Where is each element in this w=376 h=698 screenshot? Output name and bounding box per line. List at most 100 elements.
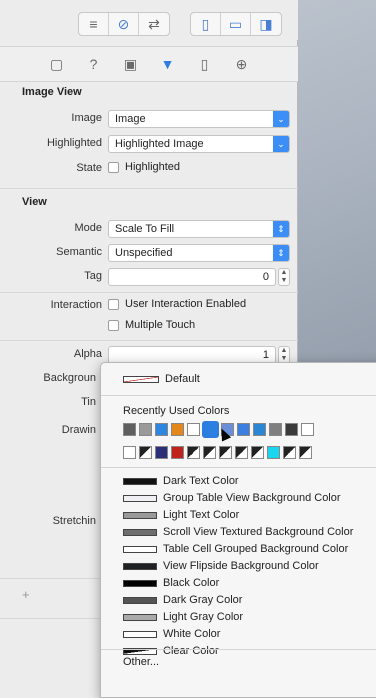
menu-separator bbox=[101, 649, 376, 650]
menu-item-named-color[interactable]: Scroll View Textured Background Color bbox=[123, 526, 353, 538]
menu-item-named-color[interactable]: Group Table View Background Color bbox=[123, 492, 341, 504]
attributes-icon[interactable]: ▼ bbox=[157, 53, 179, 75]
menu-item-named-color[interactable]: Light Text Color bbox=[123, 509, 239, 521]
menu-item-default[interactable]: Default bbox=[123, 373, 200, 385]
mode-value: Scale To Fill bbox=[115, 223, 175, 235]
recent-color-swatch[interactable] bbox=[267, 446, 280, 459]
chevron-updown-icon: ⇕ bbox=[273, 221, 289, 237]
menu-item-named-color[interactable]: Black Color bbox=[123, 577, 219, 589]
color-swatch bbox=[123, 579, 157, 587]
recent-color-swatch[interactable] bbox=[283, 446, 296, 459]
interaction-label: Interaction bbox=[50, 299, 102, 311]
tint-label: Tin bbox=[81, 396, 96, 408]
checkbox-label: Multiple Touch bbox=[125, 319, 196, 331]
highlighted-image-placeholder: Highlighted Image bbox=[115, 138, 204, 150]
semantic-label: Semantic bbox=[56, 246, 102, 258]
menu-item-label: View Flipside Background Color bbox=[163, 560, 319, 572]
image-view-header: Image View bbox=[22, 86, 82, 98]
recent-color-swatch[interactable] bbox=[139, 423, 152, 436]
recent-color-swatch[interactable] bbox=[123, 423, 136, 436]
file-icon[interactable]: ▢ bbox=[46, 53, 68, 75]
image-placeholder: Image bbox=[115, 113, 146, 125]
menu-item-label: Other... bbox=[123, 656, 160, 668]
alpha-value: 1 bbox=[262, 349, 269, 361]
recent-color-swatch[interactable] bbox=[155, 423, 168, 436]
default-swatch bbox=[123, 375, 159, 383]
mode-label: Mode bbox=[74, 222, 102, 234]
recent-color-swatch[interactable] bbox=[251, 446, 264, 459]
menu-item-label: Default bbox=[165, 373, 200, 385]
menu-item-label: Dark Text Color bbox=[163, 475, 239, 487]
section-divider bbox=[0, 340, 298, 341]
recent-color-swatch[interactable] bbox=[219, 446, 232, 459]
menu-item-named-color[interactable]: View Flipside Background Color bbox=[123, 560, 319, 572]
menu-item-named-color[interactable]: Table Cell Grouped Background Color bbox=[123, 543, 348, 555]
highlighted-image-popup[interactable]: Highlighted Image ⌄ bbox=[108, 135, 290, 153]
recent-color-swatch[interactable] bbox=[139, 446, 152, 459]
help-icon[interactable]: ? bbox=[83, 53, 105, 75]
recent-colors-title: Recently Used Colors bbox=[123, 405, 230, 417]
recent-color-swatch[interactable] bbox=[235, 446, 248, 459]
navigator-panel-icon[interactable]: ▯ bbox=[191, 13, 221, 35]
drawing-label: Drawin bbox=[61, 424, 96, 436]
align-left-icon[interactable]: ≡ bbox=[79, 13, 109, 35]
color-swatch bbox=[123, 511, 157, 519]
multiple-touch-checkbox[interactable]: Multiple Touch bbox=[108, 319, 195, 331]
utility-panel-icon[interactable]: ◨ bbox=[251, 13, 281, 35]
checkbox[interactable] bbox=[108, 161, 119, 173]
menu-item-label: Light Text Color bbox=[163, 509, 240, 521]
highlighted-label: Highlighted bbox=[46, 137, 102, 149]
chevron-down-icon: ⌄ bbox=[273, 111, 289, 127]
recent-color-swatch[interactable] bbox=[299, 446, 312, 459]
tag-value: 0 bbox=[262, 271, 269, 283]
recent-color-swatch[interactable] bbox=[123, 446, 136, 459]
alpha-label: Alpha bbox=[73, 348, 102, 360]
recent-color-swatch[interactable] bbox=[171, 423, 184, 436]
mode-popup[interactable]: Scale To Fill ⇕ bbox=[108, 220, 290, 238]
menu-item-label: White Color bbox=[163, 628, 221, 640]
recent-color-swatch[interactable] bbox=[203, 446, 216, 459]
identity-icon[interactable]: ▣ bbox=[120, 53, 142, 75]
tag-stepper[interactable]: ▲ ▼ bbox=[278, 268, 290, 286]
menu-item-named-color[interactable]: Light Gray Color bbox=[123, 611, 243, 623]
menu-separator bbox=[101, 467, 376, 468]
checkbox[interactable] bbox=[108, 298, 119, 310]
recent-color-swatch[interactable] bbox=[285, 423, 298, 436]
link-icon[interactable]: ⊘ bbox=[109, 13, 139, 35]
recent-color-swatch[interactable] bbox=[253, 423, 266, 436]
color-swatch bbox=[123, 528, 157, 536]
recent-color-swatch[interactable] bbox=[237, 423, 250, 436]
menu-item-label: Light Gray Color bbox=[163, 611, 244, 623]
menu-item-label: Scroll View Textured Background Color bbox=[163, 526, 354, 538]
state-highlighted-checkbox[interactable]: Highlighted bbox=[108, 161, 180, 173]
recent-color-swatch[interactable] bbox=[269, 423, 282, 436]
image-popup[interactable]: Image ⌄ bbox=[108, 110, 290, 128]
menu-item-other[interactable]: Other... bbox=[123, 656, 159, 668]
section-divider bbox=[0, 292, 298, 293]
color-swatch bbox=[123, 596, 157, 604]
tag-field[interactable]: 0 bbox=[108, 268, 276, 286]
window-toolbar: ≡ ⊘ ⇄ ▯ ▭ ◨ bbox=[0, 0, 298, 40]
menu-item-named-color[interactable]: White Color bbox=[123, 628, 220, 640]
back-forward-icon[interactable]: ⇄ bbox=[139, 13, 169, 35]
panel-toolbar-group: ▯ ▭ ◨ bbox=[190, 12, 282, 36]
recent-color-swatch[interactable] bbox=[155, 446, 168, 459]
menu-item-named-color[interactable]: Dark Text Color bbox=[123, 475, 239, 487]
recent-color-swatch[interactable] bbox=[187, 446, 200, 459]
user-interaction-checkbox[interactable]: User Interaction Enabled bbox=[108, 298, 246, 310]
color-swatch bbox=[123, 545, 157, 553]
image-label: Image bbox=[71, 112, 102, 124]
connections-icon[interactable]: ⊕ bbox=[231, 53, 253, 75]
recent-colors-row-2 bbox=[123, 446, 312, 459]
size-icon[interactable]: ▯ bbox=[194, 53, 216, 75]
recent-color-swatch[interactable] bbox=[171, 446, 184, 459]
menu-separator bbox=[101, 395, 376, 396]
recent-color-swatch[interactable] bbox=[187, 423, 200, 436]
add-icon[interactable]: + bbox=[22, 587, 30, 602]
debug-panel-icon[interactable]: ▭ bbox=[221, 13, 251, 35]
recent-color-swatch[interactable] bbox=[301, 423, 314, 436]
menu-item-named-color[interactable]: Dark Gray Color bbox=[123, 594, 242, 606]
checkbox[interactable] bbox=[108, 319, 119, 331]
semantic-popup[interactable]: Unspecified ⇕ bbox=[108, 244, 290, 262]
color-swatch bbox=[123, 630, 157, 638]
